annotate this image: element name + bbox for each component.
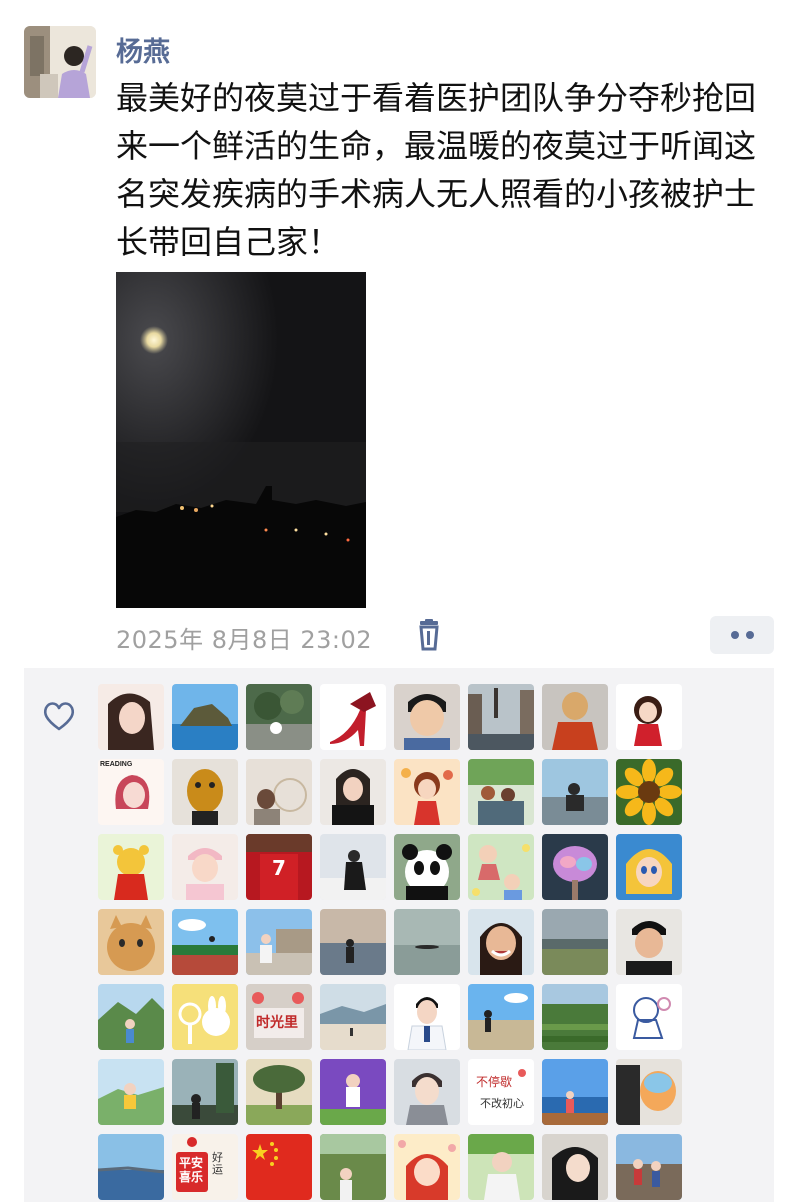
liker-avatar[interactable] [98,684,164,750]
liker-avatar[interactable] [172,759,238,825]
liker-avatar[interactable] [172,984,238,1050]
liker-avatar[interactable] [616,909,682,975]
liker-avatar[interactable] [468,1134,534,1200]
liker-avatar[interactable] [320,684,386,750]
liker-avatar[interactable] [98,1059,164,1125]
liker-avatar[interactable]: 不停歇 不改初心 [468,1059,534,1125]
sign-text: 时光里 [256,1015,298,1031]
liker-avatar[interactable] [246,1134,312,1200]
more-dots-icon[interactable] [710,616,774,654]
liker-avatar[interactable] [542,1134,608,1200]
liker-avatar[interactable] [246,909,312,975]
likes-panel: READING 7 时光里 不停歇 不改初心 平安喜乐 好运 [24,668,774,1202]
liker-avatar[interactable] [320,1059,386,1125]
liker-avatar[interactable] [394,834,460,900]
liker-avatar[interactable] [394,1134,460,1200]
liker-avatar[interactable] [320,759,386,825]
author-avatar-image [24,26,96,98]
liker-avatar[interactable]: 7 [246,834,312,900]
liker-avatar[interactable] [98,984,164,1050]
reading-label: READING [100,761,133,768]
liker-avatar[interactable] [616,834,682,900]
liker-avatar[interactable]: READING [98,759,164,825]
liker-avatar[interactable] [172,684,238,750]
liker-avatar[interactable] [616,759,682,825]
liker-avatar[interactable]: 时光里 [246,984,312,1050]
liker-avatar[interactable] [172,1059,238,1125]
liker-avatar[interactable] [616,1059,682,1125]
liker-avatar[interactable] [468,909,534,975]
liker-avatar[interactable] [468,834,534,900]
liker-avatar[interactable]: 平安喜乐 好运 [172,1134,238,1200]
post-timestamp: 2025年 8月8日 23:02 [116,626,373,654]
liker-avatar-grid: READING 7 时光里 不停歇 不改初心 平安喜乐 好运 [98,684,682,1200]
liker-avatar[interactable] [320,909,386,975]
dot [730,631,739,639]
liker-avatar[interactable] [394,984,460,1050]
liker-avatar[interactable] [394,759,460,825]
liker-avatar[interactable] [172,909,238,975]
liker-avatar[interactable] [320,1134,386,1200]
post-text: 最美好的夜莫过于看着医护团队争分夺秒抢回来一个鲜活的生命，最温暖的夜莫过于听闻这… [116,79,757,261]
liker-avatar[interactable] [98,1134,164,1200]
trash-icon[interactable] [414,619,444,651]
liker-avatar[interactable] [98,909,164,975]
author-avatar[interactable] [24,26,96,98]
liker-avatar[interactable] [542,984,608,1050]
liker-avatar[interactable] [468,759,534,825]
liker-avatar[interactable] [542,909,608,975]
sign-text-1: 不停歇 [476,1075,513,1089]
liker-avatar[interactable] [246,759,312,825]
heart-icon [42,700,76,732]
liker-avatar[interactable] [616,684,682,750]
shirt-number: 7 [272,856,286,880]
liker-avatar[interactable] [468,684,534,750]
liker-avatar[interactable] [320,984,386,1050]
liker-avatar[interactable] [542,759,608,825]
author-name[interactable]: 杨燕 [116,30,170,69]
liker-avatar[interactable] [542,684,608,750]
liker-avatar[interactable] [542,1059,608,1125]
night-moon-photo [116,272,366,608]
fortune-text: 好运 [212,1151,223,1176]
dot [745,631,754,639]
liker-avatar[interactable] [616,1134,682,1200]
liker-avatar[interactable] [394,909,460,975]
liker-avatar[interactable] [616,984,682,1050]
sign-text-2: 不改初心 [480,1097,524,1110]
liker-avatar[interactable] [172,834,238,900]
red-card-text: 平安喜乐 [179,1156,204,1184]
liker-avatar[interactable] [542,834,608,900]
liker-avatar[interactable] [468,984,534,1050]
liker-avatar[interactable] [246,684,312,750]
liker-avatar[interactable] [320,834,386,900]
liker-avatar[interactable] [394,1059,460,1125]
liker-avatar[interactable] [98,834,164,900]
liker-avatar[interactable] [394,684,460,750]
post-photo[interactable] [116,272,366,608]
liker-avatar[interactable] [246,1059,312,1125]
